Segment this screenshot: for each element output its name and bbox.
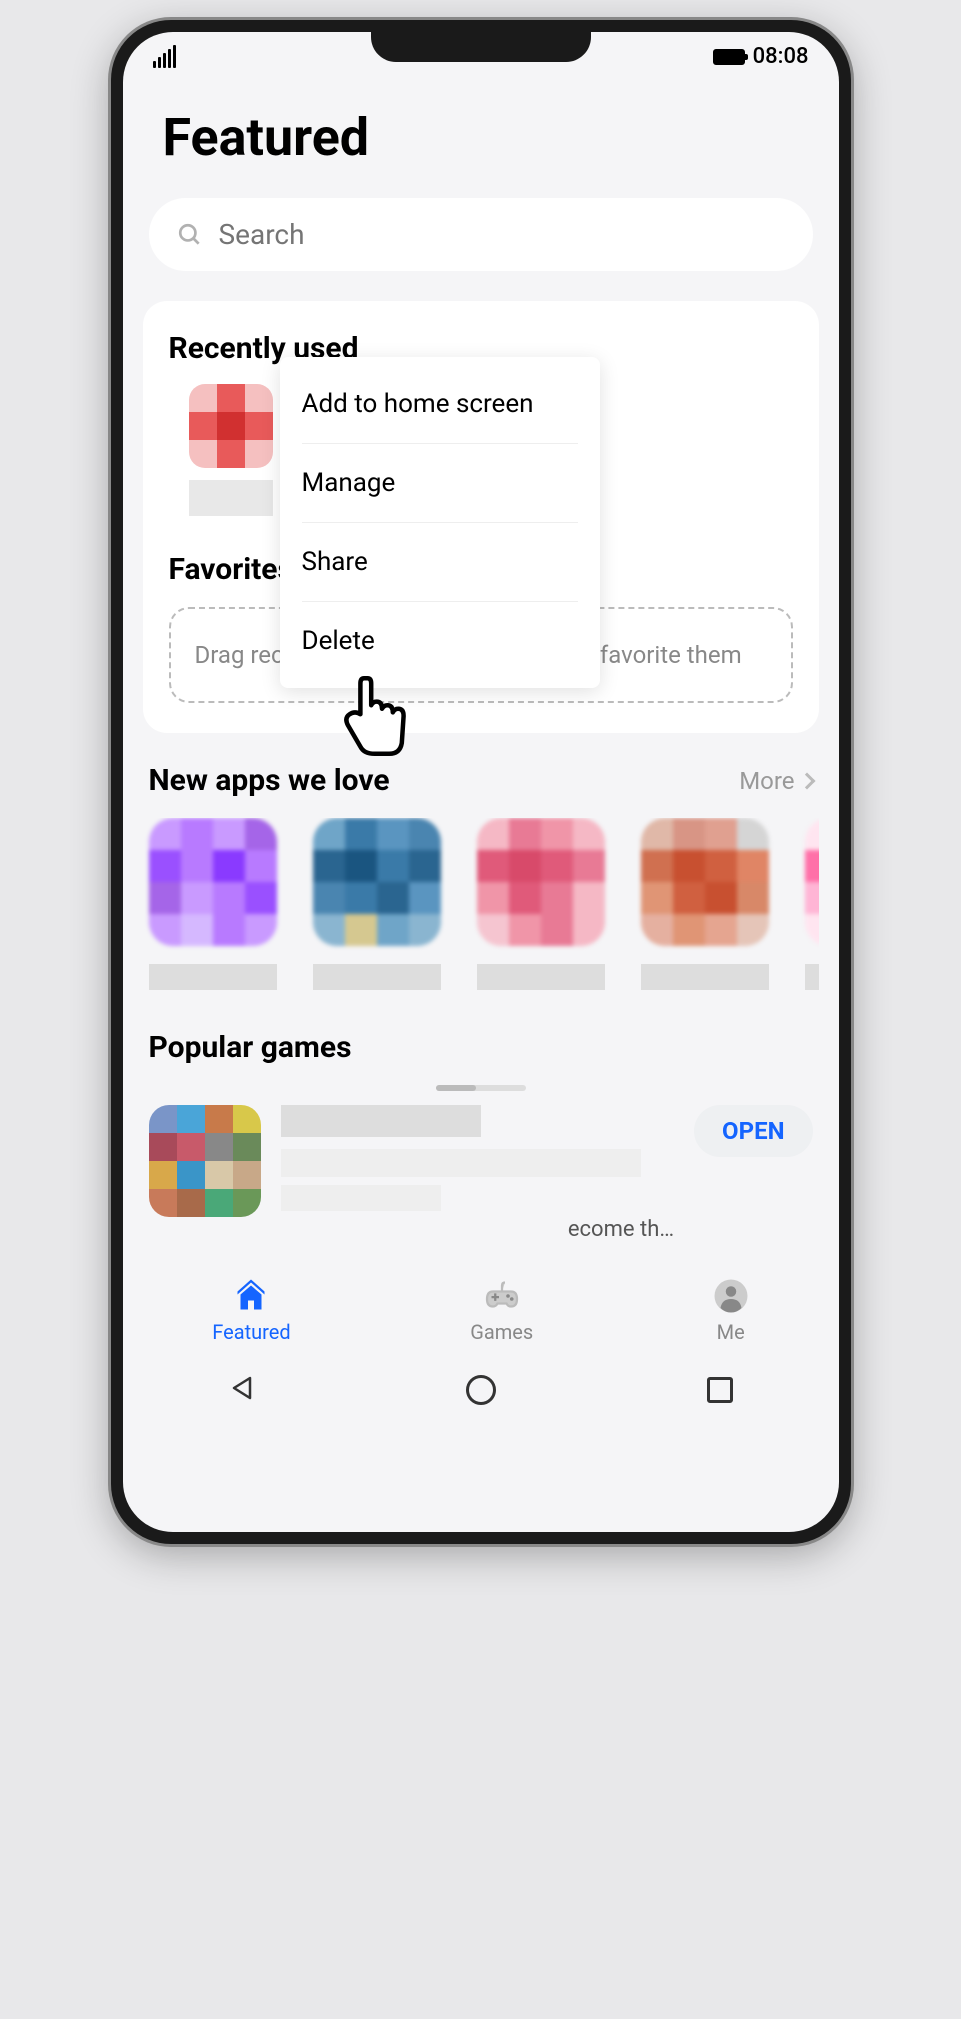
tab-featured[interactable]: Featured [212,1278,290,1344]
tab-games-label: Games [470,1320,533,1344]
app-item[interactable] [149,818,277,990]
app-label [477,964,605,990]
nav-home-button[interactable] [466,1375,496,1405]
app-label [805,964,819,990]
tab-games[interactable]: Games [470,1278,533,1344]
app-label [149,964,277,990]
app-icon [805,818,819,946]
search-icon [177,222,203,248]
triangle-back-icon [228,1374,256,1402]
nav-back-button[interactable] [228,1374,256,1406]
gamepad-icon [484,1278,520,1314]
popular-game-item[interactable]: ecome th… OPEN [143,1105,819,1242]
menu-add-to-home[interactable]: Add to home screen [280,365,600,443]
context-menu: Add to home screen Manage Share Delete [280,357,600,688]
recent-app-icon [189,384,273,468]
app-icon [477,818,605,946]
app-item[interactable] [477,818,605,990]
app-label [313,964,441,990]
search-input[interactable] [219,218,785,251]
recent-favorites-card: Recently used Add to home screen Manage … [143,301,819,733]
recent-app-label [189,480,273,516]
menu-share[interactable]: Share [280,523,600,601]
bottom-tab-bar: Featured Games Me [123,1262,839,1352]
menu-delete[interactable]: Delete [280,602,600,680]
nav-recent-button[interactable] [707,1377,733,1403]
app-item[interactable] [805,818,819,990]
tab-me-label: Me [717,1320,745,1344]
chevron-right-icon [798,772,815,789]
person-icon [713,1278,749,1314]
app-icon [313,818,441,946]
battery-icon [713,49,745,65]
app-label [641,964,769,990]
new-apps-more-link[interactable]: More [739,767,812,795]
search-bar[interactable] [149,198,813,271]
hand-cursor-icon [335,671,411,761]
popular-game-icon [149,1105,261,1217]
tab-featured-label: Featured [212,1320,290,1344]
home-icon [233,1278,269,1314]
new-apps-title: New apps we love [149,763,390,798]
status-time: 08:08 [753,44,809,69]
menu-manage[interactable]: Manage [280,444,600,522]
recent-app-item[interactable] [189,384,289,516]
popular-game-description: ecome th… [281,1217,675,1242]
popular-game-meta [281,1149,641,1177]
app-icon [149,818,277,946]
new-apps-row[interactable] [143,818,819,990]
app-item[interactable] [641,818,769,990]
popular-game-meta2 [281,1185,441,1211]
popular-games-title: Popular games [149,1030,352,1065]
system-nav-bar [123,1352,839,1434]
more-label: More [739,767,794,795]
carousel-indicator [436,1085,526,1091]
open-button[interactable]: OPEN [694,1105,812,1157]
tab-me[interactable]: Me [713,1278,749,1344]
app-icon [641,818,769,946]
signal-icon [153,45,176,68]
app-item[interactable] [313,818,441,990]
page-title: Featured [163,107,799,168]
popular-game-name [281,1105,481,1137]
